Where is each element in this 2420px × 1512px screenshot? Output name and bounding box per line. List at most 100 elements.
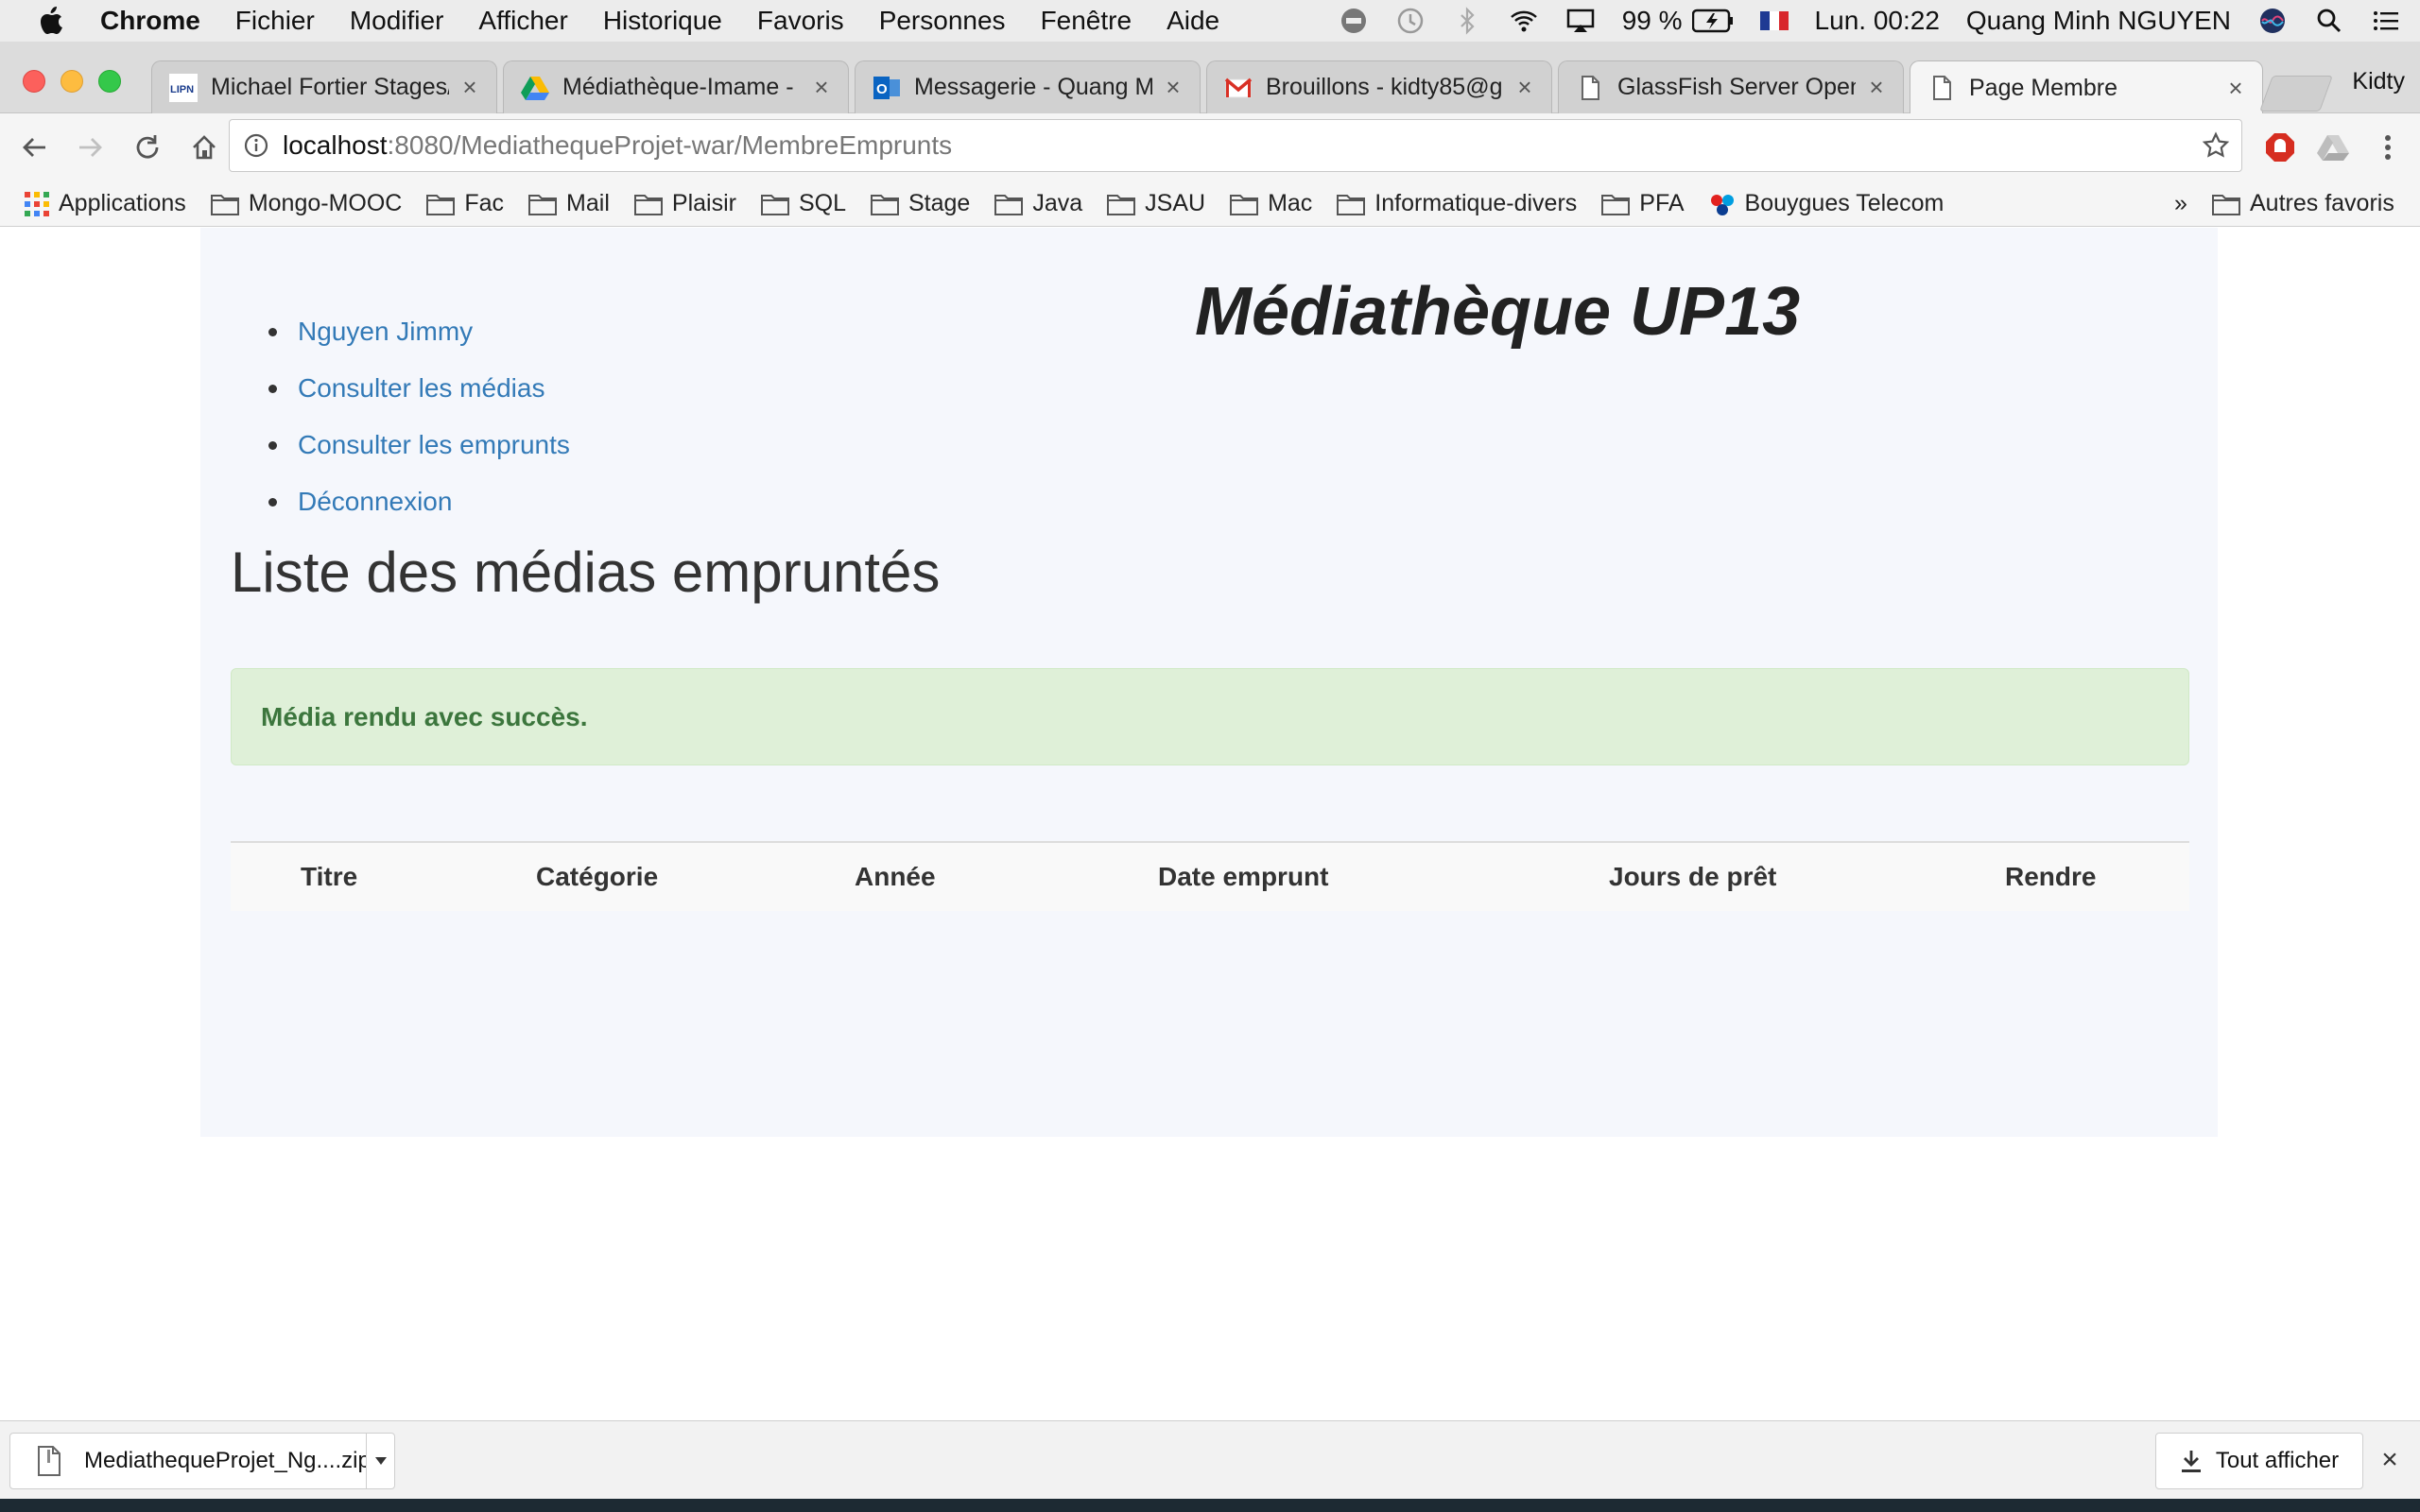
bookmark-bouygues-telecom[interactable]: Bouygues Telecom <box>1709 190 1944 217</box>
caret-down-icon <box>374 1457 387 1465</box>
bookmark-folder-sql[interactable]: SQL <box>760 190 846 217</box>
time-machine-icon[interactable] <box>1395 6 1426 36</box>
battery-percent[interactable]: 99 % <box>1622 6 1683 36</box>
folder-icon <box>1107 194 1136 215</box>
folder-icon <box>2212 194 2240 215</box>
menu-app-name[interactable]: Chrome <box>100 6 200 36</box>
nav-link-member-name[interactable]: Nguyen Jimmy <box>298 303 570 360</box>
back-button[interactable] <box>6 119 62 176</box>
bookmark-other-favorites[interactable]: Autres favoris <box>2212 190 2394 217</box>
tab-messagerie[interactable]: O Messagerie - Quang Mi × <box>855 60 1201 113</box>
menu-aide[interactable]: Aide <box>1167 6 1219 36</box>
bookmark-folder-java[interactable]: Java <box>994 190 1082 217</box>
tab-close-icon[interactable]: × <box>458 73 481 102</box>
notification-center-icon[interactable] <box>2371 6 2401 36</box>
close-download-shelf-icon[interactable]: × <box>2377 1446 2403 1474</box>
bookmark-label: Informatique-divers <box>1374 190 1578 216</box>
tab-michael-fortier[interactable]: LIPN Michael Fortier Stages/ × <box>151 60 497 113</box>
download-icon <box>2181 1451 2201 1472</box>
folder-icon <box>760 194 789 215</box>
bookmark-label: Java <box>1032 190 1083 216</box>
tab-close-icon[interactable]: × <box>1513 73 1536 102</box>
menu-fichier[interactable]: Fichier <box>235 6 315 36</box>
bookmark-folder-mac[interactable]: Mac <box>1230 190 1312 217</box>
bookmark-folder-pfa[interactable]: PFA <box>1601 190 1685 217</box>
bookmark-label: Stage <box>908 190 971 216</box>
window-minimize-button[interactable] <box>60 70 83 93</box>
menu-afficher[interactable]: Afficher <box>478 6 567 36</box>
tab-mediatheque-imame[interactable]: Médiathèque-Imame - I × <box>503 60 849 113</box>
bluetooth-icon[interactable] <box>1452 6 1482 36</box>
desktop-background <box>0 1499 2420 1512</box>
spotlight-search-icon[interactable] <box>2314 6 2344 36</box>
download-options-button[interactable] <box>366 1434 394 1488</box>
drive-extension-icon[interactable] <box>2305 119 2361 176</box>
download-item[interactable]: MediathequeProjet_Ng....zip <box>9 1433 395 1489</box>
page-container: Nguyen Jimmy Consulter les médias Consul… <box>200 228 2218 1137</box>
bookmark-folder-stage[interactable]: Stage <box>871 190 970 217</box>
apple-menu-icon[interactable] <box>38 6 66 36</box>
download-shelf: MediathequeProjet_Ng....zip Tout affiche… <box>0 1420 2420 1499</box>
bookmark-folder-mail[interactable]: Mail <box>528 190 610 217</box>
svg-text:O: O <box>876 81 888 97</box>
reload-button[interactable] <box>119 119 176 176</box>
tab-label: Brouillons - kidty85@g <box>1266 74 1503 100</box>
column-header-rendre: Rendre <box>2005 862 2097 891</box>
column-header-categorie: Catégorie <box>536 862 659 891</box>
bookmark-folder-jsau[interactable]: JSAU <box>1107 190 1205 217</box>
show-all-downloads-button[interactable]: Tout afficher <box>2155 1433 2363 1489</box>
nav-link-consulter-medias[interactable]: Consulter les médias <box>298 360 570 417</box>
bookmark-folder-fac[interactable]: Fac <box>426 190 504 217</box>
browser-toolbar: localhost:8080/MediathequeProjet-war/Mem… <box>0 113 2420 181</box>
bookmark-folder-informatique-divers[interactable]: Informatique-divers <box>1337 190 1577 217</box>
new-tab-button[interactable] <box>2259 76 2333 112</box>
file-icon <box>38 1446 60 1476</box>
bookmark-folder-mongo-mooc[interactable]: Mongo-MOOC <box>210 190 403 217</box>
tab-close-icon[interactable]: × <box>2224 74 2247 103</box>
nav-link-deconnexion[interactable]: Déconnexion <box>298 473 570 530</box>
bookmark-applications[interactable]: Applications <box>25 190 186 217</box>
bookmark-star-icon[interactable] <box>2202 131 2230 160</box>
address-bar[interactable]: localhost:8080/MediathequeProjet-war/Mem… <box>229 119 2242 172</box>
menu-favoris[interactable]: Favoris <box>757 6 844 36</box>
tab-close-icon[interactable]: × <box>1162 73 1184 102</box>
tab-glassfish[interactable]: GlassFish Server Open × <box>1558 60 1904 113</box>
menu-clock[interactable]: Lun. 00:22 <box>1815 6 1940 36</box>
tab-close-icon[interactable]: × <box>1865 73 1888 102</box>
chrome-profile-name[interactable]: Kidty <box>2352 68 2405 95</box>
column-header-jours-de-pret: Jours de prêt <box>1609 862 1777 891</box>
bookmark-label: Mail <box>566 190 610 216</box>
apps-grid-icon <box>25 191 49 216</box>
bookmark-folder-plaisir[interactable]: Plaisir <box>633 190 736 217</box>
menu-personnes[interactable]: Personnes <box>879 6 1006 36</box>
menu-fenetre[interactable]: Fenêtre <box>1041 6 1132 36</box>
menu-modifier[interactable]: Modifier <box>350 6 444 36</box>
menu-user-name[interactable]: Quang Minh NGUYEN <box>1966 6 2231 36</box>
site-info-icon[interactable] <box>243 132 269 159</box>
battery-icon[interactable] <box>1691 9 1734 33</box>
tab-brouillons-gmail[interactable]: Brouillons - kidty85@g × <box>1206 60 1552 113</box>
siri-icon[interactable] <box>2257 6 2288 36</box>
bouygues-telecom-icon <box>1710 194 1734 215</box>
airplay-icon[interactable] <box>1565 6 1596 36</box>
tab-label: GlassFish Server Open <box>1617 74 1856 100</box>
window-close-button[interactable] <box>23 70 45 93</box>
forward-button[interactable] <box>62 119 119 176</box>
tab-label: Messagerie - Quang Mi <box>914 74 1152 100</box>
chrome-menu-button[interactable] <box>2360 119 2416 176</box>
table-header-row: Titre Catégorie Année Date emprunt Jours… <box>231 843 2189 911</box>
window-zoom-button[interactable] <box>98 70 121 93</box>
adblock-extension-icon[interactable] <box>2252 119 2308 176</box>
sync-status-icon[interactable] <box>1339 6 1369 36</box>
tab-page-membre[interactable]: Page Membre × <box>1910 60 2263 114</box>
bookmarks-overflow-chevron[interactable]: » <box>2174 190 2187 217</box>
tab-close-icon[interactable]: × <box>810 73 833 102</box>
home-button[interactable] <box>176 119 233 176</box>
folder-icon <box>210 194 239 215</box>
menu-historique[interactable]: Historique <box>603 6 722 36</box>
wifi-icon[interactable] <box>1509 6 1539 36</box>
keyboard-flag-icon[interactable] <box>1759 11 1789 30</box>
bookmark-label: Mongo-MOOC <box>248 190 403 216</box>
nav-link-consulter-emprunts[interactable]: Consulter les emprunts <box>298 417 570 473</box>
url-host: localhost <box>283 130 388 160</box>
